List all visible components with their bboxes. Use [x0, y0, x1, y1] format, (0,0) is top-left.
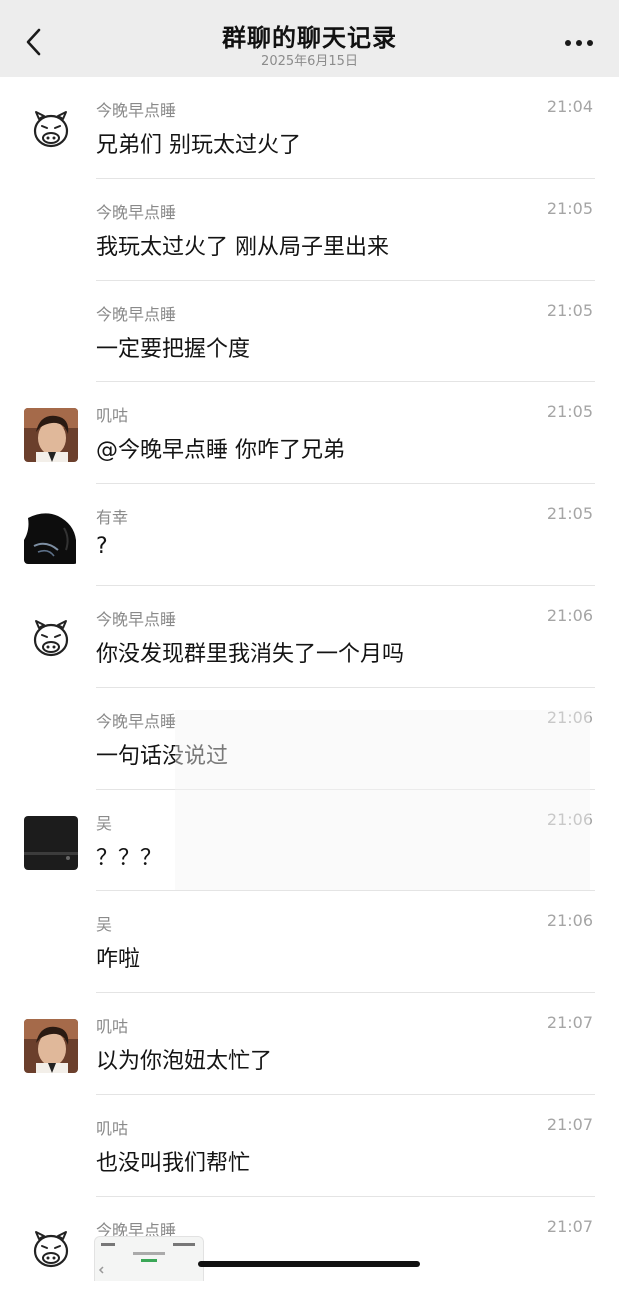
message-time: 21:07 — [546, 1114, 593, 1134]
sender-name: 吴 — [96, 915, 113, 935]
message-text: 以为你泡妞太忙了 — [96, 1049, 273, 1075]
sender-name: 今晚早点睡 — [96, 609, 177, 629]
message-row[interactable]: 今晚早点睡 21:05 一定要把握个度 — [0, 281, 619, 383]
page-subtitle-date: 2025年6月15日 — [261, 54, 358, 69]
message-row[interactable]: 今晚早点睡 21:06 一句话没说过 — [0, 688, 619, 790]
message-text: 一句话没说过 — [96, 743, 229, 769]
message-time: 21:05 — [546, 402, 593, 422]
avatar[interactable] — [24, 510, 78, 565]
pig-avatar-icon[interactable] — [30, 109, 72, 151]
message-row[interactable]: 有幸 21:05? — [0, 484, 619, 586]
message-time: 21:06 — [546, 911, 593, 931]
message-row[interactable]: 叽咕 21:07 也没叫我们帮忙 — [0, 1095, 619, 1197]
message-row[interactable]: 吴 21:06 咋啦 — [0, 891, 619, 994]
message-text: 也没叫我们帮忙 — [96, 1150, 251, 1176]
sender-name: 吴 — [96, 813, 113, 833]
sender-name: 今晚早点睡 — [96, 711, 177, 731]
message-time: 21:05 — [546, 300, 593, 320]
message-row[interactable]: 吴 21:06 ？？？ — [0, 790, 619, 892]
more-button[interactable] — [561, 30, 597, 56]
sender-name: 叽咕 — [96, 406, 129, 426]
message-list[interactable]: 今晚早点睡 21:04 兄弟们 别玩太过火了 今晚早点睡 21:05 我玩太过火了 刚从局… — [0, 77, 619, 1299]
nav-bar: 群聊的聊天记录 2025年6月15日 — [0, 0, 619, 77]
message-row[interactable]: 今晚早点睡 21:05 我玩太过火了 刚从局子里出来 — [0, 179, 619, 281]
message-text: ？？？ — [96, 845, 163, 871]
avatar[interactable] — [24, 408, 78, 463]
sender-name: 今晚早点睡 — [96, 202, 177, 222]
sender-name: 叽咕 — [96, 1118, 129, 1138]
message-text: 我玩太过火了 刚从局子里出来 — [96, 234, 389, 260]
message-time: 21:06 — [546, 605, 593, 625]
message-time: 21:06 — [546, 707, 593, 727]
page-title: 群聊的聊天记录 — [222, 24, 397, 52]
message-row[interactable]: 今晚早点睡 21:04 兄弟们 别玩太过火了 — [0, 77, 619, 179]
sender-name: 有幸 — [96, 508, 129, 528]
sender-name: 今晚早点睡 — [96, 304, 177, 324]
message-time: 21:05 — [546, 198, 593, 218]
message-time: 21:05 — [546, 504, 593, 524]
sender-name: 今晚早点睡 — [96, 101, 177, 120]
message-row[interactable]: 叽咕 21:07 以为你泡妞太忙了 — [0, 993, 619, 1095]
message-text: 兄弟们 别玩太过火了 — [96, 133, 301, 158]
message-row[interactable]: 今晚早点睡 21:06 你没发现群里我消失了一个月吗 — [0, 586, 619, 688]
pig-avatar-icon[interactable] — [30, 618, 72, 660]
avatar[interactable] — [24, 1019, 78, 1074]
message-time: 21:06 — [546, 809, 593, 829]
message-text: 你没发现群里我消失了一个月吗 — [96, 641, 405, 667]
message-row[interactable]: 今晚早点睡 21:07 — [0, 1197, 619, 1299]
image-message-thumbnail[interactable] — [94, 1236, 204, 1281]
avatar[interactable] — [24, 815, 78, 870]
message-text: 咋啦 — [96, 947, 141, 973]
message-row[interactable]: 叽咕 21:05 @今晚早点睡 你咋了兄弟 — [0, 382, 619, 485]
message-text: ? — [96, 534, 108, 560]
sender-name: 叽咕 — [96, 1017, 129, 1037]
screenshot-thumbnail-icon — [95, 1237, 203, 1281]
message-text: 一定要把握个度 — [96, 336, 251, 362]
message-time: 21:07 — [546, 1216, 593, 1236]
message-text: @今晚早点睡 你咋了兄弟 — [96, 438, 345, 464]
home-indicator[interactable] — [198, 1261, 420, 1267]
message-time: 21:07 — [546, 1013, 593, 1033]
pig-avatar-icon[interactable] — [30, 1229, 72, 1271]
message-time: 21:04 — [546, 97, 593, 116]
more-horizontal-icon — [565, 40, 593, 46]
